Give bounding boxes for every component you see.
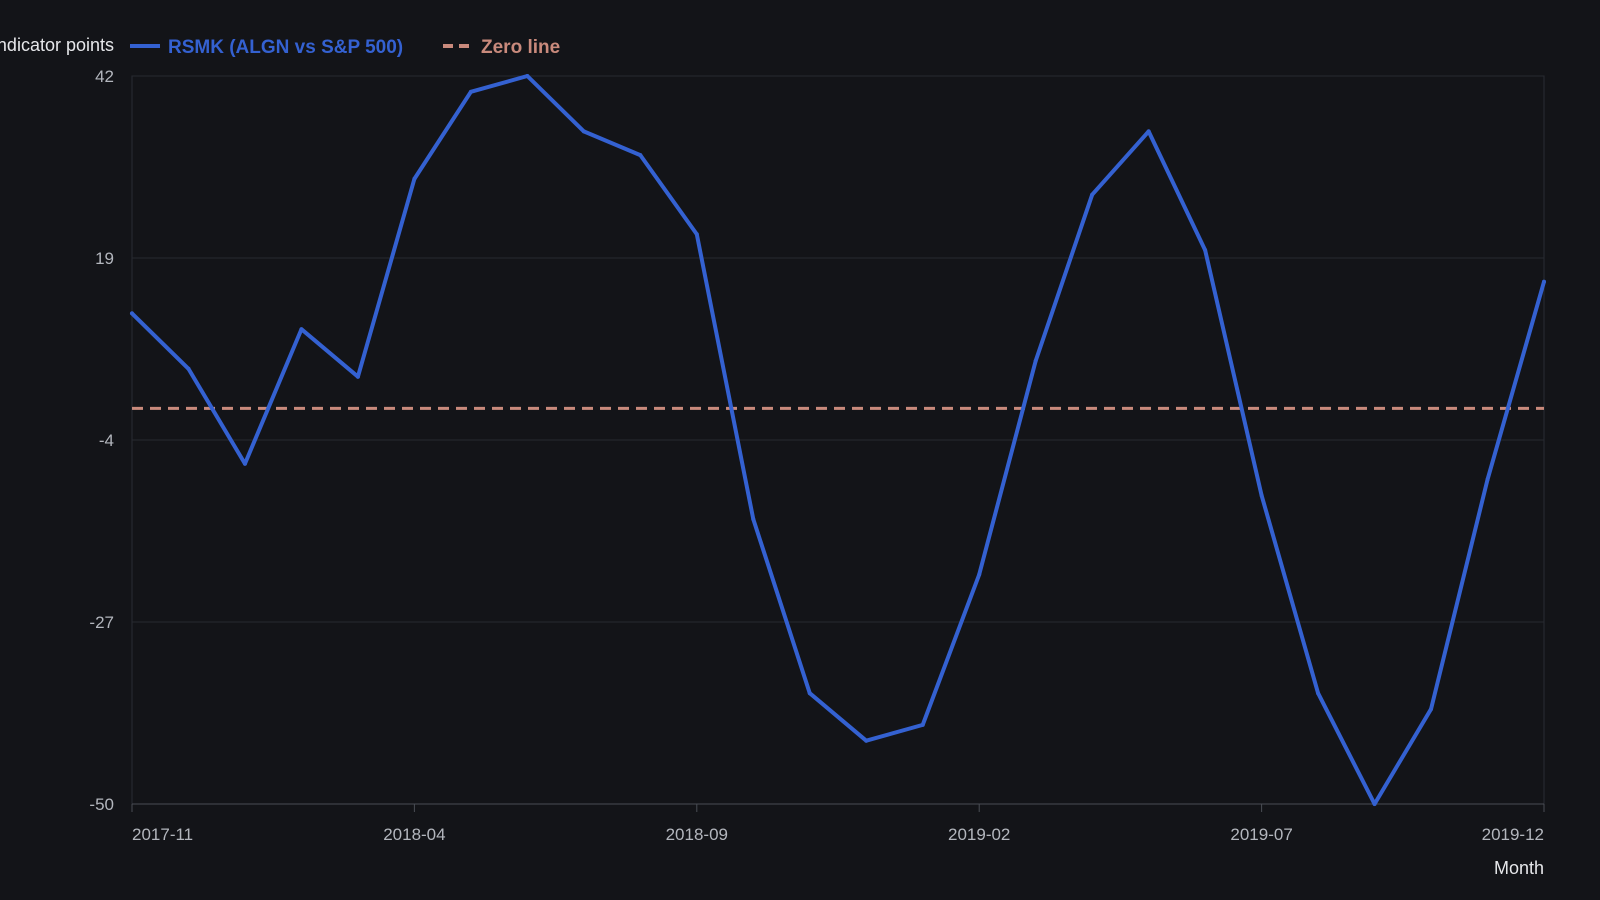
x-tick-label: 2018-09: [666, 825, 728, 844]
data-point: [1372, 802, 1377, 806]
data-point: [412, 176, 417, 181]
legend: RSMK (ALGN vs S&P 500) Zero line: [130, 37, 560, 58]
data-point: [186, 366, 191, 371]
x-tick-label: 2019-12: [1482, 825, 1544, 844]
chart-container: 42 19 -4 -27 -50 2017-11 2018-04 2018-09 2019-02…: [0, 0, 1600, 900]
data-point: [1259, 493, 1264, 498]
legend-label-rsmk: RSMK (ALGN vs S&P 500): [168, 37, 403, 58]
x-tick-label: 2019-02: [948, 825, 1010, 844]
data-point: [581, 129, 586, 134]
line-chart: 42 19 -4 -27 -50 2017-11 2018-04 2018-09 2019-02…: [0, 35, 1546, 878]
data-point: [751, 517, 756, 522]
data-point: [1429, 707, 1434, 712]
y-tick-label: 19: [95, 249, 114, 268]
gridlines: [131, 75, 1545, 805]
data-point: [1146, 129, 1151, 134]
data-point: [299, 327, 304, 332]
data-point: [242, 461, 247, 466]
y-tick-label: 42: [95, 67, 114, 86]
data-point: [1203, 248, 1208, 253]
data-point: [1485, 477, 1490, 482]
data-point: [864, 738, 869, 743]
x-tick-label: 2017-11: [132, 825, 193, 844]
data-point: [638, 153, 643, 158]
data-point: [1542, 279, 1546, 284]
data-point: [468, 89, 473, 94]
data-point: [1316, 691, 1321, 696]
x-axis-title: Month: [1494, 858, 1544, 878]
y-tick-label: -50: [89, 795, 114, 814]
data-point: [130, 311, 134, 316]
y-tick-label: -27: [89, 613, 114, 632]
legend-label-zero: Zero line: [481, 37, 560, 58]
x-tick-label: 2019-07: [1230, 825, 1292, 844]
data-point: [694, 232, 699, 237]
data-point: [355, 374, 360, 379]
x-tick-label: 2018-04: [383, 825, 445, 844]
data-point: [1090, 192, 1095, 197]
axes: 42 19 -4 -27 -50 2017-11 2018-04 2018-09 2019-02…: [0, 35, 1545, 878]
y-axis-title: Indicator points: [0, 35, 114, 55]
data-point: [807, 691, 812, 696]
y-tick-label: -4: [99, 431, 114, 450]
data-point: [920, 722, 925, 727]
data-point: [1033, 358, 1038, 363]
data-point: [977, 572, 982, 577]
data-point: [525, 74, 530, 78]
